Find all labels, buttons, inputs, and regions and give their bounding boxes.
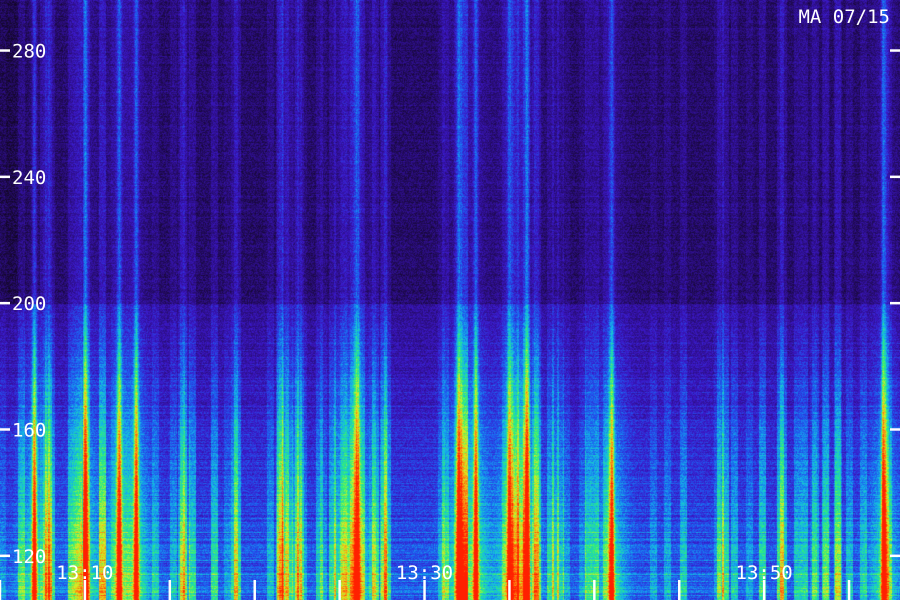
x-tick-label-1330: 13:30 bbox=[396, 562, 453, 584]
x-tick-label-1310: 13:10 bbox=[56, 562, 113, 584]
x-tick-label-1350: 13:50 bbox=[736, 562, 793, 584]
chart-overlay: 280 240 200 160 120 13:10 13:30 13:50 MA 07/15 bbox=[0, 6, 900, 600]
y-axis-left: 280 240 200 160 120 bbox=[0, 41, 46, 568]
y-tick-label-240: 240 bbox=[12, 167, 46, 189]
station-date-label: MA 07/15 bbox=[798, 6, 890, 28]
y-tick-label-160: 160 bbox=[12, 419, 46, 441]
x-axis: 13:10 13:30 13:50 bbox=[0, 562, 851, 600]
spectrogram-panel: 280 240 200 160 120 13:10 13:30 13:50 MA 07/15 bbox=[0, 0, 900, 600]
y-tick-label-200: 200 bbox=[12, 293, 46, 315]
y-tick-label-120: 120 bbox=[12, 546, 46, 568]
y-axis-right bbox=[890, 49, 900, 558]
y-tick-label-280: 280 bbox=[12, 41, 46, 63]
